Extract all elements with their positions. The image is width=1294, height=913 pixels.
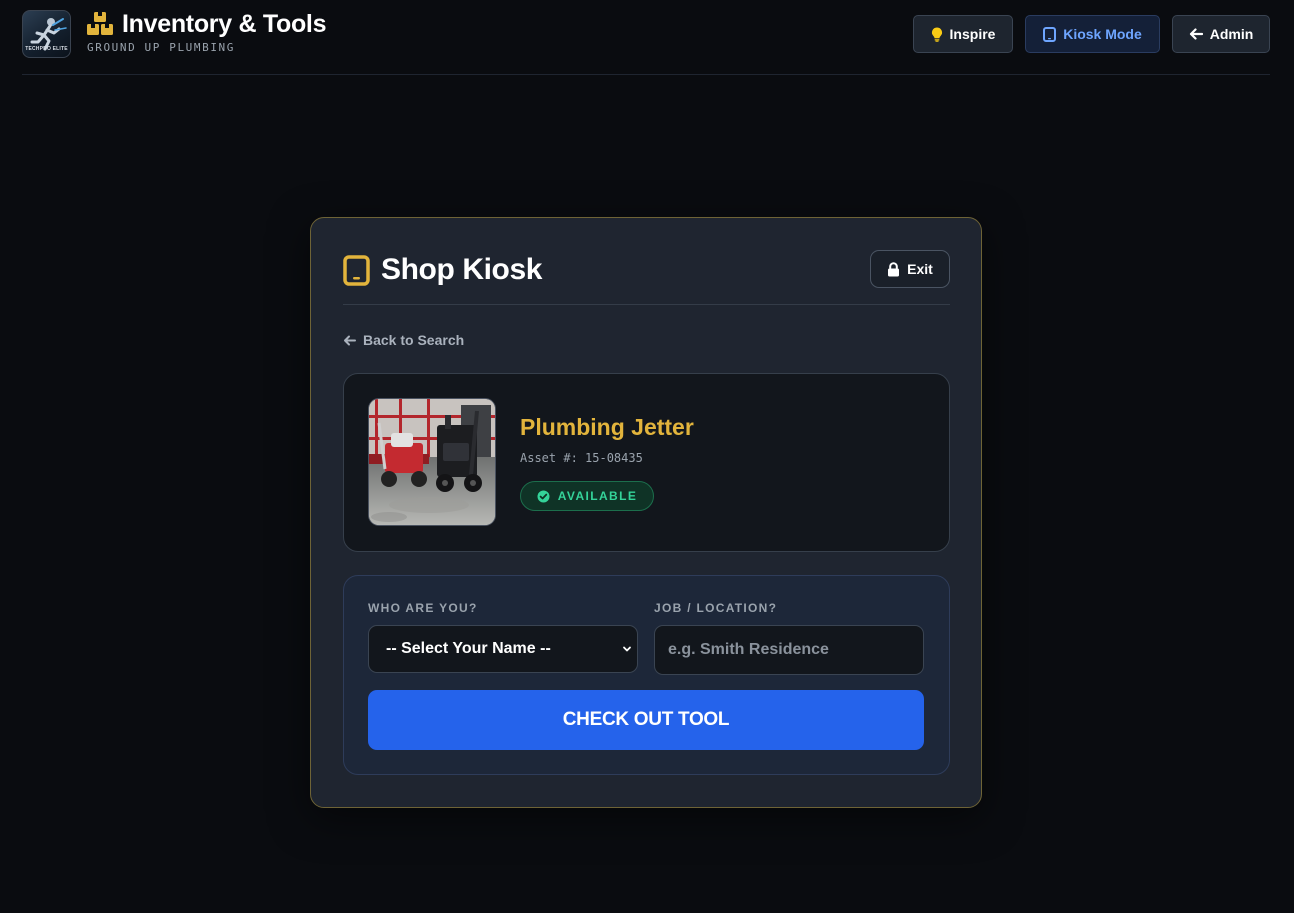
exit-button[interactable]: Exit xyxy=(870,250,950,288)
inspire-label: Inspire xyxy=(949,26,996,42)
app-title-text: Inventory & Tools xyxy=(122,9,327,38)
asset-number: Asset #: 15-08435 xyxy=(520,451,643,465)
app-header: TECHPRO ELITE Inventory & Tools GROUND U… xyxy=(22,0,1270,75)
admin-label: Admin xyxy=(1209,26,1254,42)
kiosk-title-text: Shop Kiosk xyxy=(381,253,543,286)
inspire-button[interactable]: Inspire xyxy=(913,15,1013,53)
check-circle-icon xyxy=(537,490,550,503)
kiosk-mode-button[interactable]: Kiosk Mode xyxy=(1025,15,1160,53)
arrow-left-icon xyxy=(1189,28,1203,40)
tool-photo xyxy=(368,398,496,526)
company-name: GROUND UP PLUMBING xyxy=(87,41,236,54)
tool-name: Plumbing Jetter xyxy=(520,414,694,440)
logo: TECHPRO ELITE xyxy=(22,10,71,58)
logo-text: TECHPRO ELITE xyxy=(25,46,68,52)
card-divider xyxy=(343,304,950,305)
status-badge: AVAILABLE xyxy=(520,481,654,511)
who-label: WHO ARE YOU? xyxy=(368,601,478,615)
check-out-tool-button[interactable]: CHECK OUT TOOL xyxy=(368,690,924,750)
app-title: Inventory & Tools xyxy=(86,8,326,40)
chevron-down-icon xyxy=(622,644,632,654)
admin-button[interactable]: Admin xyxy=(1172,15,1270,53)
exit-label: Exit xyxy=(907,261,933,277)
checkout-form: WHO ARE YOU? JOB / LOCATION? -- Select Y… xyxy=(343,575,950,775)
name-select[interactable]: -- Select Your Name -- xyxy=(368,625,638,673)
back-to-search-label: Back to Search xyxy=(363,332,465,348)
tool-summary: Plumbing Jetter Asset #: 15-08435 AVAILA… xyxy=(343,373,950,552)
tablet-icon xyxy=(343,254,370,286)
status-text: AVAILABLE xyxy=(557,489,638,503)
boxes-icon xyxy=(86,11,114,37)
kiosk-title: Shop Kiosk xyxy=(343,253,543,286)
lock-icon xyxy=(887,261,900,277)
name-select-value: -- Select Your Name -- xyxy=(386,640,551,657)
arrow-left-icon xyxy=(343,335,356,346)
tablet-icon xyxy=(1043,26,1057,42)
back-to-search-link[interactable]: Back to Search xyxy=(343,330,464,350)
job-location-input[interactable] xyxy=(654,625,924,675)
job-label: JOB / LOCATION? xyxy=(654,601,778,615)
kiosk-card: Shop Kiosk Exit Back to Search Plumbing … xyxy=(310,217,982,808)
kiosk-mode-label: Kiosk Mode xyxy=(1063,26,1142,42)
lightbulb-icon xyxy=(931,26,943,42)
